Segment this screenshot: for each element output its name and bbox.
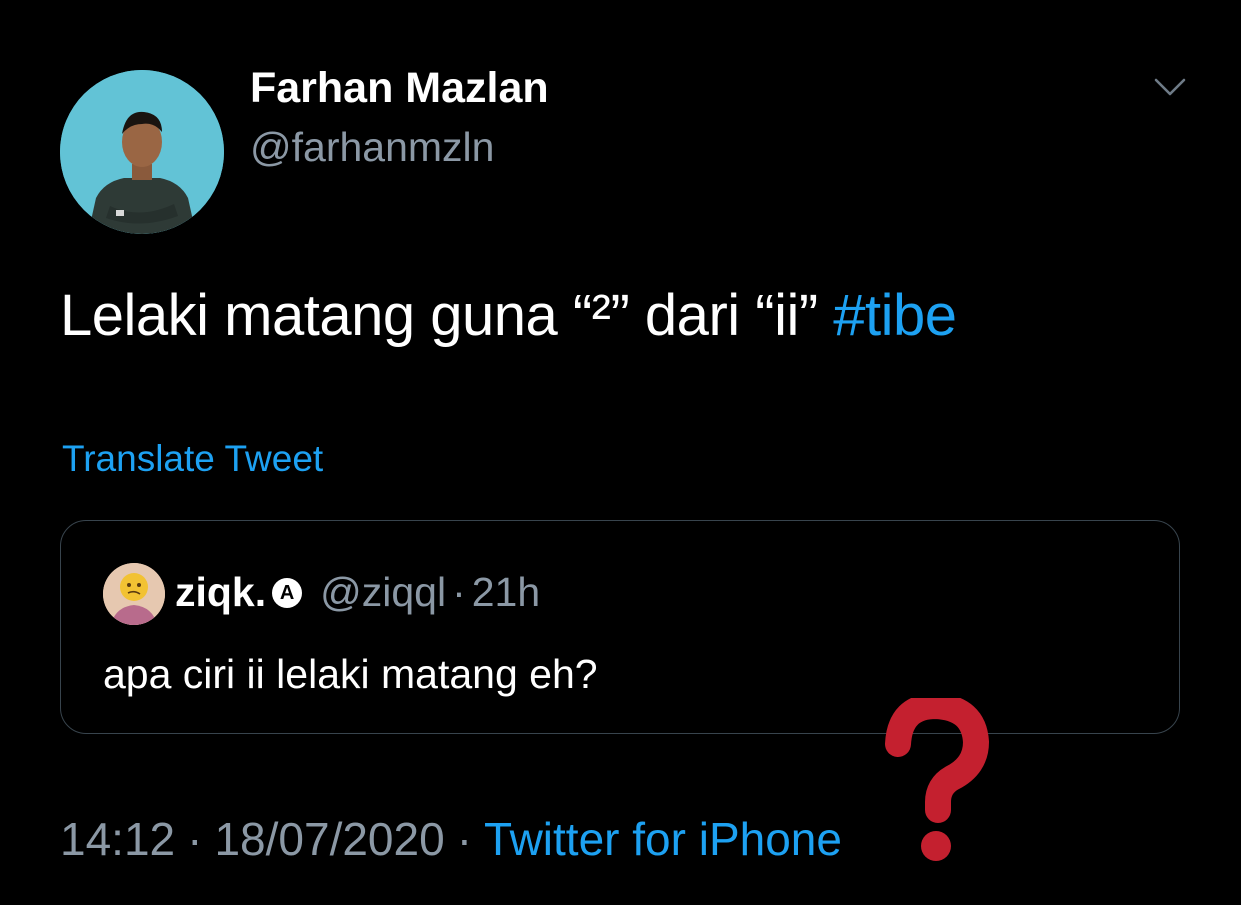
quoted-author-badge: A: [272, 577, 303, 608]
quoted-tweet-text: apa ciri ii lelaki matang eh?: [103, 651, 598, 697]
tweet-body: Lelaki matang guna “²” dari “ii”: [60, 283, 834, 348]
hashtag-link[interactable]: #tibe: [833, 283, 957, 348]
tweet-metadata: 14:12 · 18/07/2020 · Twitter for iPhone: [60, 812, 842, 866]
chevron-down-icon: [1154, 78, 1186, 96]
tweet-time: 14:12: [60, 813, 176, 865]
tweet-date: 18/07/2020: [214, 813, 445, 865]
meta-separator: ·: [187, 813, 203, 865]
tweet-source-link[interactable]: Twitter for iPhone: [484, 812, 842, 866]
question-mark-icon: [878, 693, 990, 870]
quoted-tweet-time: 21h: [471, 569, 541, 615]
author-handle[interactable]: @farhanmzln: [250, 124, 494, 171]
quoted-tweet-card[interactable]: ziqk. A @ziqql · 21h apa ciri ii lelaki …: [60, 520, 1180, 734]
quoted-tweet-header: ziqk. A @ziqql · 21h: [175, 569, 540, 616]
author-display-name[interactable]: Farhan Mazlan: [250, 64, 549, 113]
meta-separator: ·: [456, 813, 473, 865]
quoted-author-handle[interactable]: @ziqql: [320, 569, 446, 616]
quoted-header-separator: ·: [452, 569, 466, 615]
quoted-author-avatar[interactable]: [103, 563, 165, 625]
quoted-author-name[interactable]: ziqk.: [175, 569, 266, 616]
tweet-text: Lelaki matang guna “²” dari “ii” #tibe: [60, 282, 957, 349]
author-avatar[interactable]: [60, 70, 224, 234]
translate-tweet-link[interactable]: Translate Tweet: [62, 438, 323, 480]
more-options-button[interactable]: [1150, 70, 1190, 106]
